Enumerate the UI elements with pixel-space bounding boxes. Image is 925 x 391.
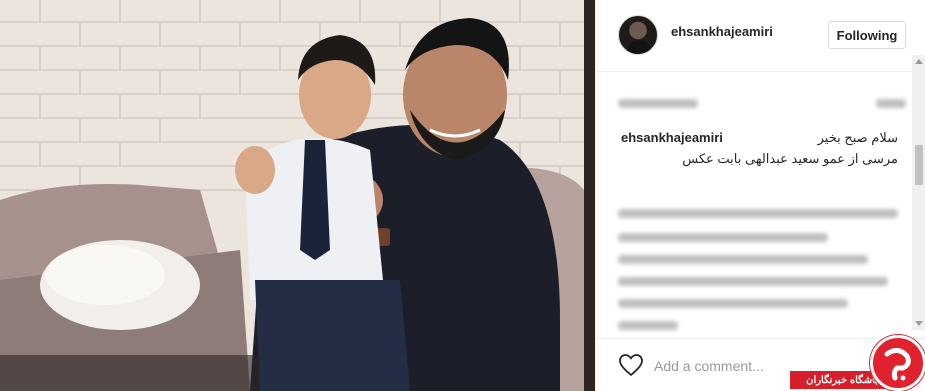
scroll-thumb[interactable] xyxy=(915,145,923,185)
comments-scrollbar[interactable] xyxy=(912,55,925,330)
blurred-comment xyxy=(618,321,678,330)
blurred-comment xyxy=(618,209,898,218)
header-username[interactable]: ehsankhajeamiri xyxy=(671,24,773,39)
heart-icon[interactable] xyxy=(618,353,644,377)
avatar[interactable] xyxy=(618,15,658,55)
caption-line-1: سلام صبح بخیر xyxy=(817,130,898,145)
post-header: ehsankhajeamiri Following xyxy=(596,0,925,72)
watermark-logo xyxy=(870,335,925,391)
scroll-up-icon[interactable] xyxy=(915,59,923,64)
comments-scroll-area[interactable]: ehsankhajeamiri سلام صبح بخیر مرسی از عم… xyxy=(596,73,925,335)
blurred-comment xyxy=(618,299,848,308)
blurred-time-right xyxy=(876,99,906,108)
photo-image xyxy=(0,0,595,391)
caption-username[interactable]: ehsankhajeamiri xyxy=(621,130,723,145)
blurred-comment xyxy=(618,233,828,242)
blurred-comment xyxy=(618,255,868,264)
post-sidebar: ehsankhajeamiri Following ehsankhajeamir… xyxy=(595,0,925,391)
blurred-comment xyxy=(618,277,888,286)
blurred-timestamp xyxy=(618,99,698,108)
following-button[interactable]: Following xyxy=(828,21,906,49)
caption-line-2: مرسی از عمو سعید عبدالهی بابت عکس xyxy=(682,151,898,166)
post-photo[interactable] xyxy=(0,0,595,391)
scroll-down-icon[interactable] xyxy=(915,321,923,326)
